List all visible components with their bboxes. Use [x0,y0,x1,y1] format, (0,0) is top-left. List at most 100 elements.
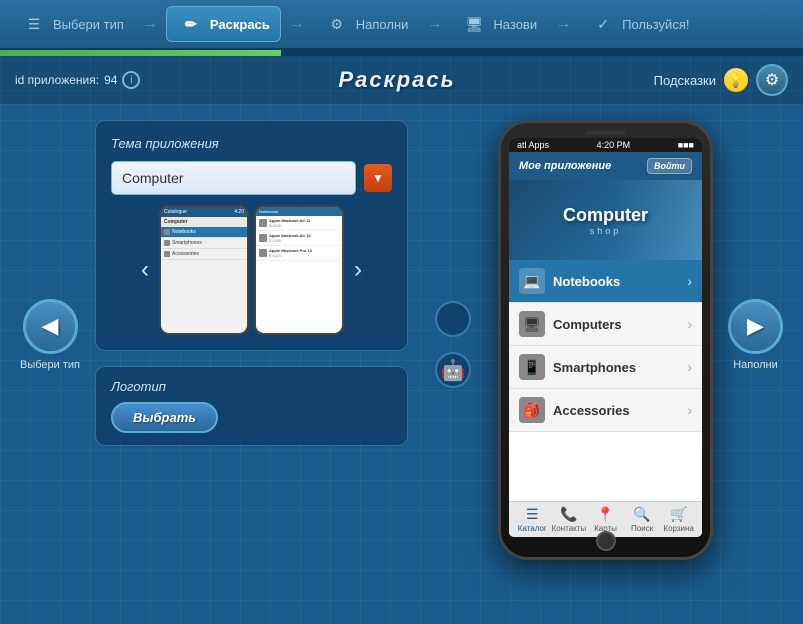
page-title: Раскрась [140,67,653,93]
step-4[interactable]: 🖥 Назови [450,7,547,41]
app-id-value: 94 [104,73,117,87]
bulb-icon[interactable]: 💡 [724,68,748,92]
nav-right-button[interactable]: ▶ [728,299,783,354]
step3-icon: ⚙ [323,12,351,36]
login-button[interactable]: Войти [647,158,692,174]
phone-carrier: atl Apps [517,140,549,150]
tab-cart[interactable]: 🛒 Корзина [661,506,696,533]
logo-box: Логотип Выбрать [95,366,408,446]
contacts-tab-icon: 📞 [560,506,577,523]
phone-list-item-computers[interactable]: 🖥 Computers › [509,303,702,346]
arrow2: → [286,15,308,33]
mini-phone-1-header: Catalogue 4:20 [161,207,247,217]
mini-list-item-accessories: Accessories [161,249,247,260]
step4-icon: 🖥 [460,12,488,36]
catalog-tab-label: Каталог [518,524,547,533]
phone-list-item-accessories[interactable]: 🎒 Accessories › [509,389,702,432]
info-icon[interactable]: i [122,71,140,89]
theme-box: Тема приложения Computer Fashion Food Sp… [95,120,408,351]
phone-list: 💻 Notebooks › 🖥 Computers › 📱 Smartphone… [509,260,702,501]
big-phone: atl Apps 4:20 PM ■■■ Мое приложение Войт… [498,120,713,560]
main-content: ◀ Выбери тип Тема приложения Computer Fa… [0,105,803,624]
mini-next-arrow[interactable]: › [349,251,367,289]
phone-screen: atl Apps 4:20 PM ■■■ Мое приложение Войт… [509,138,702,537]
phone-status-bar: atl Apps 4:20 PM ■■■ [509,138,702,152]
step-2-active[interactable]: ✏ Раскрась [166,6,281,42]
catalog-tab-icon: ☰ [526,506,539,523]
accessories-icon: 🎒 [519,397,545,423]
mini-p2-item-2: Apple Macbook Air 13 $ 1300 [256,231,342,246]
step1-label: Выбери тип [53,17,124,32]
accessories-chevron: › [687,402,692,418]
cart-tab-icon: 🛒 [670,506,687,523]
phone-list-item-smartphones[interactable]: 📱 Smartphones › [509,346,702,389]
computers-icon: 🖥 [519,311,545,337]
mini-phone-1: Catalogue 4:20 Computer Notebooks Smartp… [159,205,249,335]
theme-select-dropdown[interactable]: Computer Fashion Food Sports Travel [111,161,356,195]
settings-button[interactable]: ⚙ [756,64,788,96]
tab-contacts[interactable]: 📞 Контакты [551,506,586,533]
step4-label: Назови [493,17,537,32]
phone-speaker [586,131,626,135]
step2-label: Раскрась [210,17,270,32]
step-1[interactable]: ☰ Выбери тип [10,7,134,41]
phone-hero: Computer shop [509,180,702,260]
mini-phone-2: Notebooks Apple Macbook Air 11 $ 1100 [254,205,344,335]
mini-list-item-smartphones: Smartphones [161,238,247,249]
arrow1: → [139,15,161,33]
computers-chevron: › [687,316,692,332]
home-button[interactable] [596,531,616,551]
phone-app-title: Мое приложение [519,160,611,172]
app-id-label: id приложения: [15,73,99,87]
left-panel: Тема приложения Computer Fashion Food Sp… [95,120,408,609]
step-5[interactable]: ✓ Пользуйся! [579,7,699,41]
step-3[interactable]: ⚙ Наполни [313,7,419,41]
step2-icon: ✏ [177,12,205,36]
app-id-section: id приложения: 94 i [15,71,140,89]
mini-p2-item-3: Apple Macbook Pro 13 $ 1420 [256,246,342,261]
tab-maps[interactable]: 📍 Карты [588,506,623,533]
select-arrow-icon[interactable]: ▼ [364,164,392,192]
step3-label: Наполни [356,17,409,32]
computers-label: Computers [553,317,679,332]
mini-phone-1-screen: Catalogue 4:20 Computer Notebooks Smartp… [161,207,247,333]
mini-p2-item-1: Apple Macbook Air 11 $ 1100 [256,216,342,231]
mini-phone-1-title: Computer [161,217,247,227]
top-navigation-bar: ☰ Выбери тип → ✏ Раскрась → ⚙ Наполни → … [0,0,803,50]
mini-prev-arrow[interactable]: ‹ [136,251,154,289]
tab-catalog[interactable]: ☰ Каталог [515,506,550,533]
phone-battery: ■■■ [678,140,694,150]
cart-tab-label: Корзина [663,524,693,533]
logo-box-title: Логотип [111,379,392,394]
subtitle-bar: id приложения: 94 i Раскрась Подсказки 💡… [0,56,803,105]
android-icon[interactable]: 🤖 [435,352,471,388]
maps-tab-icon: 📍 [597,506,614,523]
smartphones-chevron: › [687,359,692,375]
notebooks-chevron: › [687,273,692,289]
phone-list-item-notebooks[interactable]: 💻 Notebooks › [509,260,702,303]
hero-title: Computer [563,205,648,226]
step5-icon: ✓ [589,12,617,36]
mini-phone-2-screen: Notebooks Apple Macbook Air 11 $ 1100 [256,207,342,333]
search-tab-icon: 🔍 [633,506,650,523]
choose-logo-button[interactable]: Выбрать [111,402,218,433]
hints-area: Подсказки 💡 ⚙ [654,64,788,96]
tab-search[interactable]: 🔍 Поиск [625,506,660,533]
hero-subtitle: shop [590,226,622,236]
smartphones-icon: 📱 [519,354,545,380]
theme-select-row: Computer Fashion Food Sports Travel ▼ [111,161,392,195]
nav-right-label: Наполни [733,359,778,371]
mini-phone-2-header: Notebooks [256,207,342,216]
apple-icon[interactable] [435,301,471,337]
step5-label: Пользуйся! [622,17,689,32]
phone-nav-bar: Мое приложение Войти [509,152,702,180]
search-tab-label: Поиск [631,524,653,533]
nav-left-button[interactable]: ◀ [23,299,78,354]
notebooks-icon: 💻 [519,268,545,294]
phone-time: 4:20 PM [597,140,631,150]
nav-right-container: ▶ Наполни [728,329,783,371]
arrow4: → [552,15,574,33]
accessories-label: Accessories [553,403,679,418]
nav-left-container: ◀ Выбери тип [20,329,80,371]
right-phone-container: atl Apps 4:20 PM ■■■ Мое приложение Войт… [498,120,713,609]
